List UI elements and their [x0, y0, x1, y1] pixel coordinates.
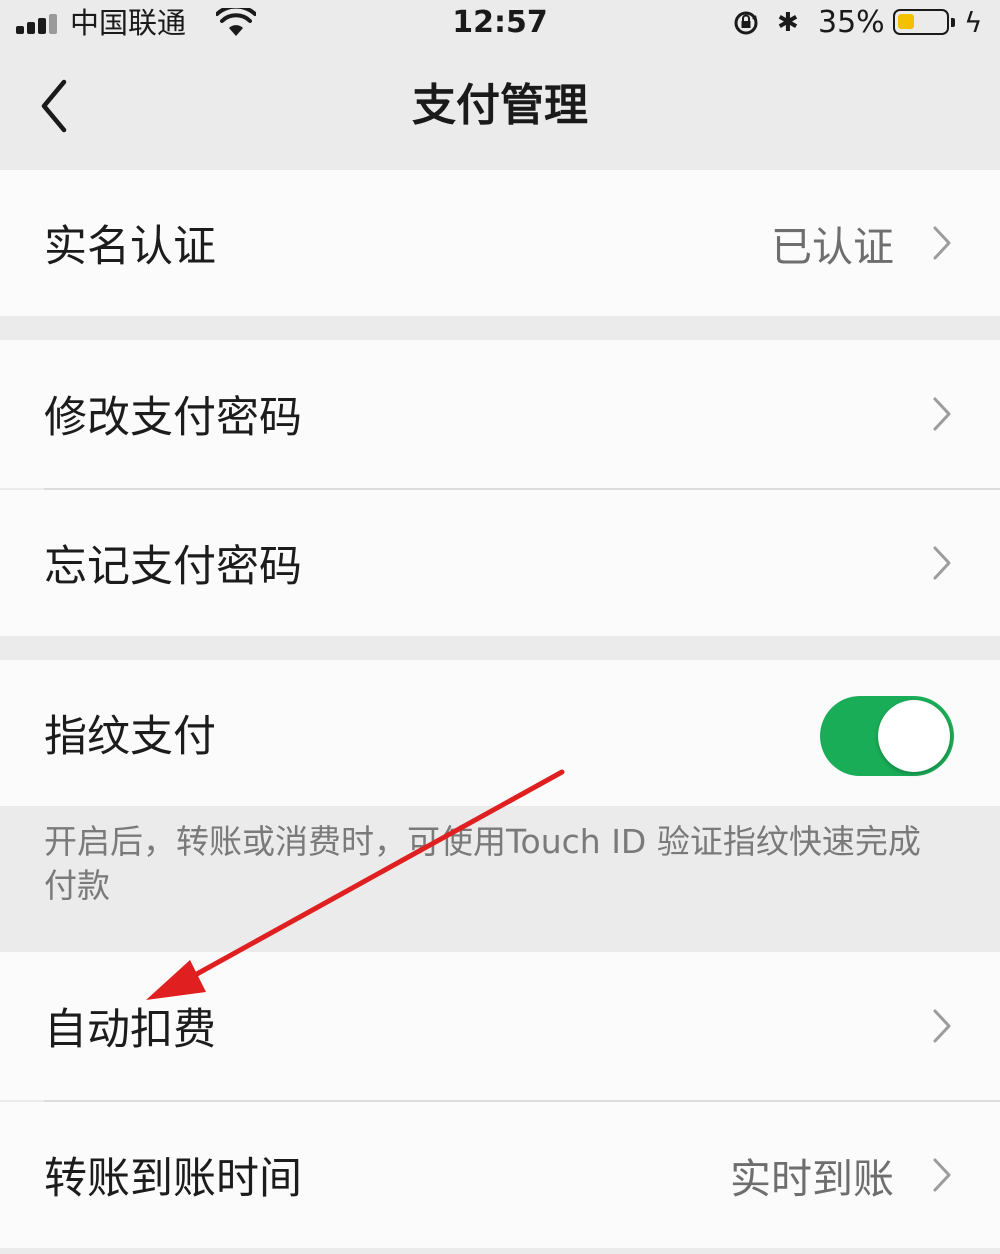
fingerprint-label: 指纹支付: [44, 712, 216, 762]
charging-bolt-icon: ϟ: [964, 6, 983, 39]
change-payment-password-row[interactable]: 修改支付密码: [0, 340, 1000, 488]
bluetooth-icon: ✱: [777, 8, 799, 38]
battery-icon: [893, 9, 955, 35]
battery-percent: 35%: [818, 5, 885, 40]
real-name-label: 实名认证: [44, 222, 216, 272]
toggle-knob: [878, 700, 950, 772]
nav-bar: 支付管理: [0, 46, 1000, 168]
transfer-arrival-time-row[interactable]: 转账到账时间 实时到账: [0, 1102, 1000, 1248]
transfer-time-value: 实时到账: [730, 1155, 894, 1203]
auto-deduct-row[interactable]: 自动扣费: [0, 952, 1000, 1100]
chevron-right-icon: [933, 226, 951, 260]
battery-level-fill: [898, 14, 914, 29]
rotation-lock-icon: [734, 11, 758, 35]
real-name-status: 已认证: [771, 223, 894, 271]
fingerprint-description: 开启后，转账或消费时，可使用Touch ID 验证指纹快速完成付款: [44, 822, 921, 905]
chevron-right-icon: [933, 397, 951, 431]
fingerprint-payment-row: 指纹支付: [0, 660, 1000, 806]
forgot-payment-password-row[interactable]: 忘记支付密码: [0, 490, 1000, 636]
fingerprint-toggle[interactable]: [820, 696, 954, 776]
status-bar: 中国联通 12:57 ✱ 35% ϟ: [0, 0, 1000, 46]
chevron-right-icon: [933, 1009, 951, 1043]
real-name-verification-row[interactable]: 实名认证 已认证: [0, 170, 1000, 316]
chevron-right-icon: [933, 1158, 951, 1192]
auto-deduct-label: 自动扣费: [44, 1005, 216, 1055]
forgot-password-label: 忘记支付密码: [44, 542, 302, 592]
change-password-label: 修改支付密码: [44, 393, 302, 443]
page-title: 支付管理: [412, 80, 588, 131]
chevron-right-icon: [933, 546, 951, 580]
transfer-time-label: 转账到账时间: [44, 1154, 302, 1204]
